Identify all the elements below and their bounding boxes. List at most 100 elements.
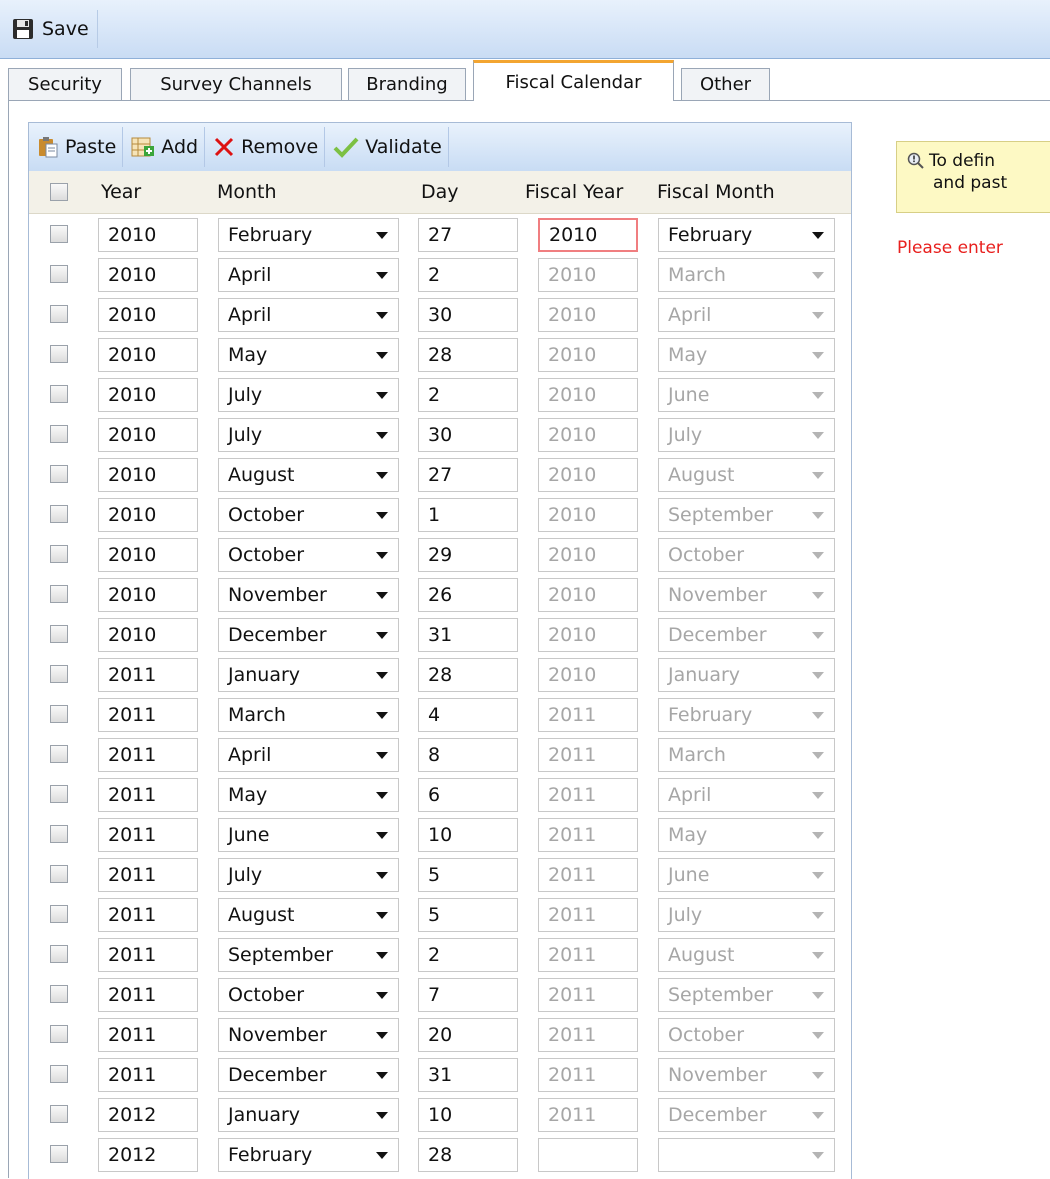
fiscal-month-select[interactable]: June [658, 378, 835, 412]
year-input[interactable]: 2010 [98, 578, 198, 612]
row-checkbox[interactable] [50, 1145, 68, 1163]
column-header-fiscal-year[interactable]: Fiscal Year [525, 171, 623, 213]
day-input[interactable]: 5 [418, 898, 518, 932]
row-checkbox[interactable] [50, 265, 68, 283]
add-button[interactable]: Add [123, 127, 206, 167]
month-select[interactable]: January [218, 658, 399, 692]
day-input[interactable]: 8 [418, 738, 518, 772]
fiscal-month-select[interactable]: December [658, 618, 835, 652]
fiscal-month-select[interactable]: March [658, 738, 835, 772]
row-checkbox[interactable] [50, 905, 68, 923]
row-checkbox[interactable] [50, 585, 68, 603]
fiscal-year-input[interactable]: 2010 [538, 458, 638, 492]
year-input[interactable]: 2012 [98, 1138, 198, 1172]
year-input[interactable]: 2011 [98, 898, 198, 932]
year-input[interactable]: 2010 [98, 618, 198, 652]
fiscal-year-input[interactable]: 2011 [538, 698, 638, 732]
row-checkbox[interactable] [50, 385, 68, 403]
row-checkbox[interactable] [50, 665, 68, 683]
fiscal-month-select[interactable]: November [658, 1058, 835, 1092]
month-select[interactable]: September [218, 938, 399, 972]
column-header-year[interactable]: Year [101, 171, 141, 213]
year-input[interactable]: 2010 [98, 498, 198, 532]
fiscal-month-select[interactable] [658, 1138, 835, 1172]
fiscal-year-input[interactable]: 2010 [538, 498, 638, 532]
fiscal-year-input[interactable]: 2011 [538, 778, 638, 812]
year-input[interactable]: 2011 [98, 738, 198, 772]
row-checkbox[interactable] [50, 625, 68, 643]
row-checkbox[interactable] [50, 305, 68, 323]
day-input[interactable]: 2 [418, 378, 518, 412]
fiscal-year-input[interactable]: 2011 [538, 1018, 638, 1052]
column-header-month[interactable]: Month [217, 171, 277, 213]
year-input[interactable]: 2010 [98, 218, 198, 252]
year-input[interactable]: 2011 [98, 938, 198, 972]
select-all-checkbox[interactable] [50, 183, 68, 201]
fiscal-month-select[interactable]: February [658, 698, 835, 732]
row-checkbox[interactable] [50, 745, 68, 763]
year-input[interactable]: 2010 [98, 418, 198, 452]
month-select[interactable]: May [218, 778, 399, 812]
row-checkbox[interactable] [50, 865, 68, 883]
month-select[interactable]: June [218, 818, 399, 852]
fiscal-month-select[interactable]: October [658, 538, 835, 572]
fiscal-month-select[interactable]: October [658, 1018, 835, 1052]
year-input[interactable]: 2010 [98, 458, 198, 492]
row-checkbox[interactable] [50, 945, 68, 963]
year-input[interactable]: 2011 [98, 858, 198, 892]
day-input[interactable]: 10 [418, 818, 518, 852]
day-input[interactable]: 28 [418, 1138, 518, 1172]
month-select[interactable]: October [218, 978, 399, 1012]
fiscal-year-input[interactable]: 2010 [538, 258, 638, 292]
month-select[interactable]: May [218, 338, 399, 372]
day-input[interactable]: 27 [418, 458, 518, 492]
fiscal-month-select[interactable]: September [658, 498, 835, 532]
month-select[interactable]: April [218, 738, 399, 772]
row-checkbox[interactable] [50, 1025, 68, 1043]
year-input[interactable]: 2010 [98, 258, 198, 292]
tab-security[interactable]: Security [8, 68, 122, 100]
save-button[interactable]: Save [8, 10, 98, 48]
day-input[interactable]: 5 [418, 858, 518, 892]
day-input[interactable]: 10 [418, 1098, 518, 1132]
month-select[interactable]: April [218, 298, 399, 332]
fiscal-month-select[interactable]: May [658, 818, 835, 852]
year-input[interactable]: 2011 [98, 1018, 198, 1052]
day-input[interactable]: 27 [418, 218, 518, 252]
year-input[interactable]: 2011 [98, 978, 198, 1012]
year-input[interactable]: 2011 [98, 778, 198, 812]
fiscal-month-select[interactable]: April [658, 298, 835, 332]
month-select[interactable]: February [218, 1138, 399, 1172]
fiscal-year-input[interactable]: 2011 [538, 818, 638, 852]
month-select[interactable]: August [218, 898, 399, 932]
day-input[interactable]: 31 [418, 618, 518, 652]
fiscal-month-select[interactable]: December [658, 1098, 835, 1132]
tab-survey-channels[interactable]: Survey Channels [130, 68, 342, 100]
year-input[interactable]: 2011 [98, 818, 198, 852]
row-checkbox[interactable] [50, 225, 68, 243]
validate-button[interactable]: Validate [325, 127, 449, 167]
fiscal-month-select[interactable]: August [658, 938, 835, 972]
fiscal-year-input[interactable]: 2010 [538, 218, 638, 252]
fiscal-year-input[interactable]: 2010 [538, 338, 638, 372]
tab-branding[interactable]: Branding [348, 68, 466, 100]
row-checkbox[interactable] [50, 1065, 68, 1083]
month-select[interactable]: March [218, 698, 399, 732]
fiscal-year-input[interactable] [538, 1138, 638, 1172]
fiscal-month-select[interactable]: September [658, 978, 835, 1012]
day-input[interactable]: 4 [418, 698, 518, 732]
day-input[interactable]: 1 [418, 498, 518, 532]
row-checkbox[interactable] [50, 785, 68, 803]
year-input[interactable]: 2010 [98, 538, 198, 572]
month-select[interactable]: November [218, 578, 399, 612]
row-checkbox[interactable] [50, 505, 68, 523]
month-select[interactable]: January [218, 1098, 399, 1132]
fiscal-year-input[interactable]: 2011 [538, 938, 638, 972]
month-select[interactable]: December [218, 618, 399, 652]
fiscal-year-input[interactable]: 2011 [538, 898, 638, 932]
month-select[interactable]: July [218, 378, 399, 412]
month-select[interactable]: August [218, 458, 399, 492]
row-checkbox[interactable] [50, 985, 68, 1003]
fiscal-month-select[interactable]: April [658, 778, 835, 812]
row-checkbox[interactable] [50, 465, 68, 483]
